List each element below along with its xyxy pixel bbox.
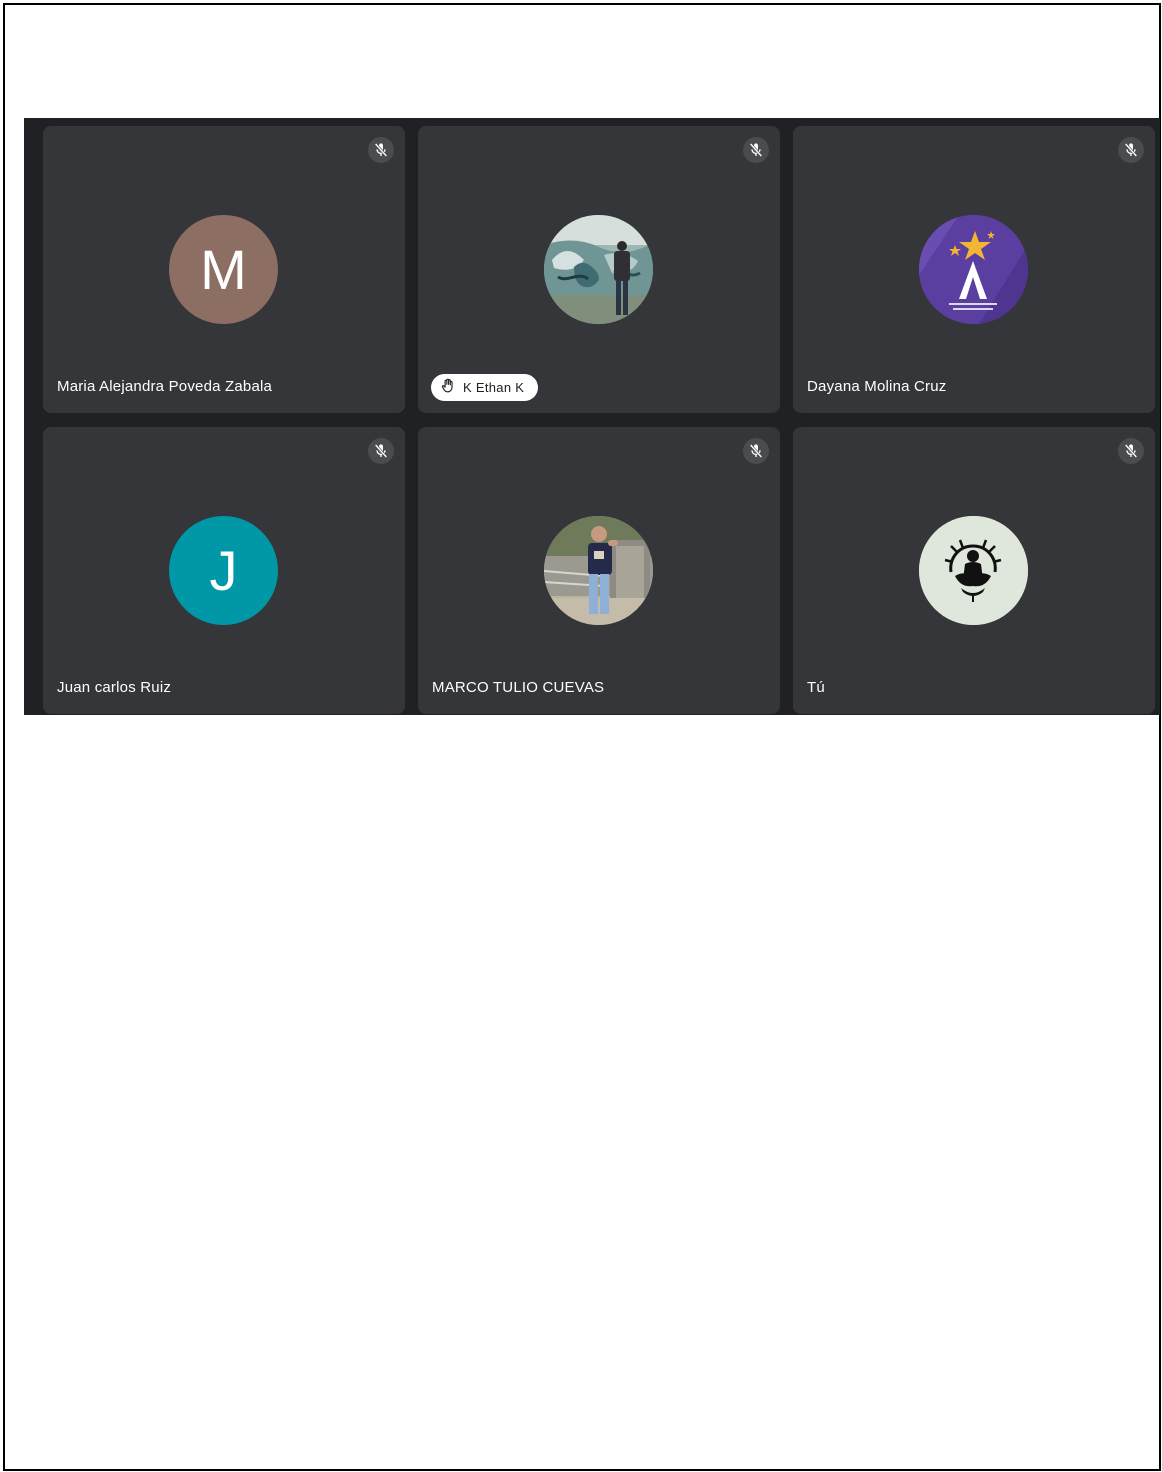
organization-logo xyxy=(919,215,1028,324)
participant-tile[interactable]: M Maria Alejandra Poveda Zabala xyxy=(43,126,405,413)
participant-name: K Ethan K xyxy=(463,380,525,395)
raised-hand-icon xyxy=(441,378,455,398)
mic-off-icon xyxy=(368,438,394,464)
page-frame: M Maria Alejandra Poveda Zabala K Ethan … xyxy=(3,3,1161,1471)
avatar-letter: J xyxy=(209,538,238,602)
meeting-grid: M Maria Alejandra Poveda Zabala K Ethan … xyxy=(24,118,1160,715)
meditation-logo xyxy=(919,516,1028,625)
participant-tile[interactable]: J Juan carlos Ruiz xyxy=(43,427,405,714)
participant-tile[interactable]: Dayana Molina Cruz xyxy=(793,126,1155,413)
mic-off-icon xyxy=(743,137,769,163)
avatar-letter: M xyxy=(200,237,247,301)
participant-name: Tú xyxy=(807,679,825,696)
participant-tile[interactable]: MARCO TULIO CUEVAS xyxy=(418,427,780,714)
mic-off-icon xyxy=(368,137,394,163)
person-outdoors-photo xyxy=(544,516,653,625)
mic-off-icon xyxy=(1118,438,1144,464)
mic-off-icon xyxy=(743,438,769,464)
mic-off-icon xyxy=(1118,137,1144,163)
participant-tile[interactable]: Tú xyxy=(793,427,1155,714)
avatar: J xyxy=(169,516,278,625)
participant-name: Juan carlos Ruiz xyxy=(57,679,172,696)
participant-tile[interactable]: K Ethan K xyxy=(418,126,780,413)
avatar: M xyxy=(169,215,278,324)
raised-hand-chip: K Ethan K xyxy=(431,374,539,401)
graffiti-wall-photo xyxy=(544,215,653,324)
participant-name: Dayana Molina Cruz xyxy=(807,378,947,395)
participant-name: MARCO TULIO CUEVAS xyxy=(432,679,605,696)
participant-name: Maria Alejandra Poveda Zabala xyxy=(57,378,273,395)
